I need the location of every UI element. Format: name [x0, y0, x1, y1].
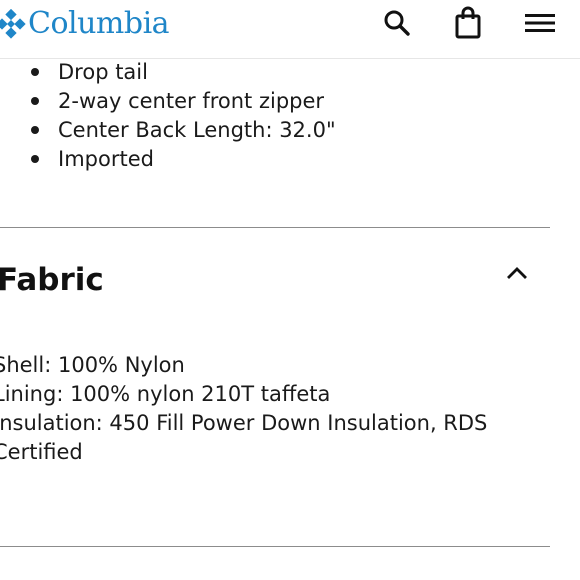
fabric-shell-text: Shell: 100% Nylon [0, 353, 185, 377]
collapse-fabric-button[interactable] [504, 262, 530, 284]
shopping-bag-button[interactable] [451, 6, 485, 40]
list-item: Center Back Length: 32.0" [31, 116, 336, 145]
brand-logo[interactable]: Columbia [0, 6, 170, 42]
fabric-insulation-text-cont: Certified [0, 440, 83, 464]
hamburger-menu-icon [525, 14, 555, 32]
fabric-section-title[interactable]: Fabric [0, 260, 104, 300]
fabric-details: Shell: 100% Nylon Lining: 100% nylon 210… [0, 351, 553, 467]
section-divider [0, 546, 550, 547]
columbia-diamond-logo-icon [0, 9, 26, 39]
fabric-insulation-text: Insulation: 450 Fill Power Down Insulati… [0, 411, 488, 435]
product-details-page: Columbia Drop tail 2-way center front zi… [0, 0, 580, 580]
search-icon [384, 10, 410, 36]
list-item: Imported [31, 145, 336, 174]
brand-name: Columbia [28, 6, 170, 41]
feature-list: Drop tail 2-way center front zipper Cent… [0, 58, 336, 174]
search-button[interactable] [380, 6, 414, 40]
chevron-up-icon [507, 267, 527, 279]
list-item: 2-way center front zipper [31, 87, 336, 116]
menu-button[interactable] [523, 6, 557, 40]
site-header: Columbia [0, 0, 580, 59]
list-item: Drop tail [31, 58, 336, 87]
fabric-lining-text: Lining: 100% nylon 210T taffeta [0, 382, 331, 406]
section-divider [0, 227, 550, 228]
shopping-bag-icon [455, 6, 481, 39]
